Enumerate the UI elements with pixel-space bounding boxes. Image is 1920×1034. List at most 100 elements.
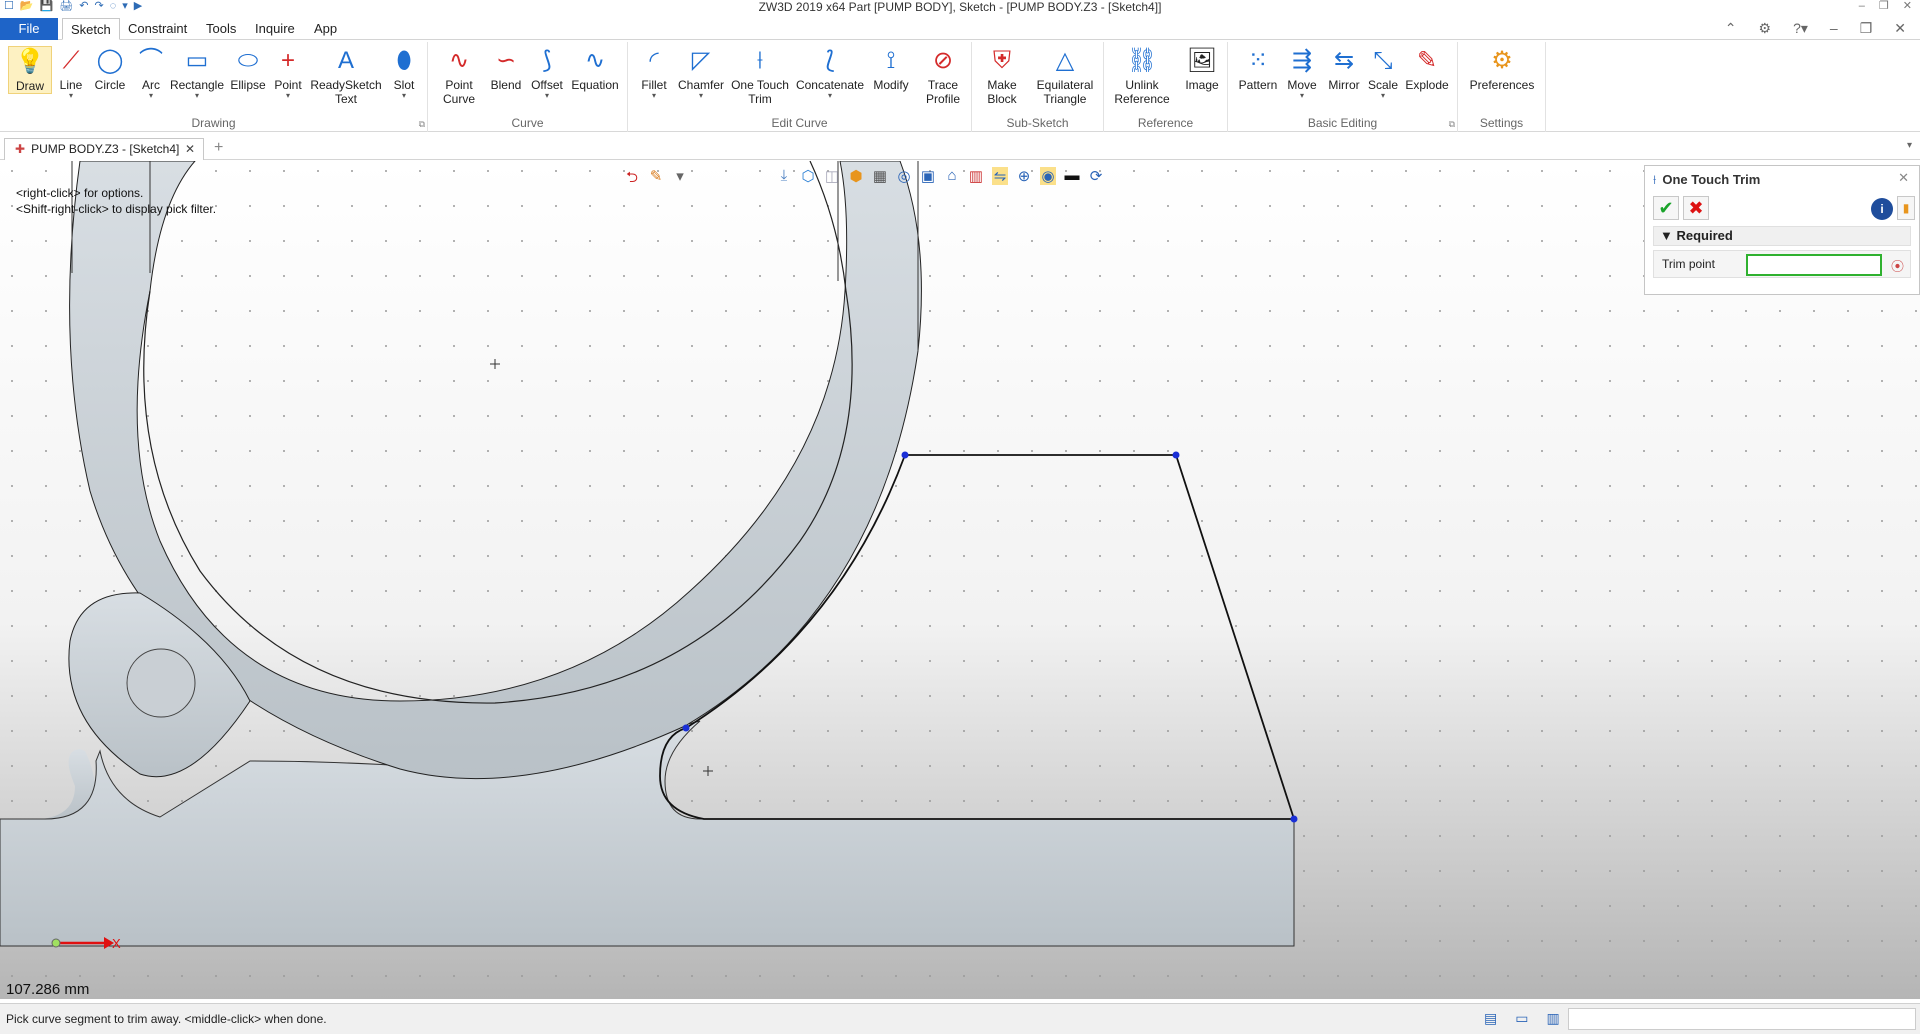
image-button[interactable]: 🖼 Image — [1180, 46, 1224, 92]
vertex-point[interactable] — [682, 724, 690, 732]
rotate-view-icon[interactable]: ⟳ — [1088, 167, 1104, 185]
mirror-button[interactable]: ⇆ Mirror — [1324, 46, 1364, 92]
drawing-launcher-icon[interactable]: ⧉ — [419, 119, 425, 130]
sketch-geometry: X — [0, 161, 1920, 999]
status-list-icon[interactable]: ▥ — [1546, 1010, 1559, 1027]
status-screen-icon[interactable]: ▭ — [1515, 1010, 1528, 1027]
view-cube-icon[interactable]: ⬡ — [800, 167, 816, 185]
filter-icon[interactable]: ▾ — [672, 167, 688, 192]
line-style-icon[interactable]: ▬ — [1064, 167, 1080, 185]
color-icon[interactable]: ▥ — [968, 167, 984, 185]
draw-button[interactable]: 💡 Draw — [8, 46, 52, 94]
exit-icon[interactable]: ⮌ — [624, 167, 640, 192]
zoom-window-icon[interactable]: ▣ — [920, 167, 936, 185]
modify-button[interactable]: ⟟ Modify — [868, 46, 914, 92]
vertex-point[interactable] — [1172, 451, 1180, 459]
vertex-point[interactable] — [1290, 815, 1298, 823]
fillet-button[interactable]: ◜ Fillet ▾ — [634, 46, 674, 100]
doc-restore-icon[interactable]: ❐ — [1860, 20, 1873, 37]
measurement-readout: 107.286 mm — [6, 981, 90, 998]
circle-button[interactable]: ◯ Circle — [92, 46, 128, 92]
arc-button[interactable]: ⌒ Arc ▾ — [136, 46, 166, 100]
unlink-reference-button[interactable]: ⛓ Unlink Reference — [1108, 46, 1176, 106]
restore-icon[interactable]: ❐ — [1879, 0, 1889, 12]
info-icon[interactable]: i — [1871, 198, 1893, 220]
one-touch-trim-button[interactable]: ⟊ One Touch Trim — [728, 46, 792, 106]
offset-icon: ⟆ — [542, 47, 552, 74]
concatenate-button[interactable]: ⟅ Concatenate ▾ — [794, 46, 866, 100]
pick-point-icon[interactable]: ⦿ — [1891, 256, 1904, 275]
tab-inquire[interactable]: Inquire — [247, 18, 303, 40]
snap-target-icon[interactable]: ⊕ — [1016, 167, 1032, 185]
trim-point-input[interactable] — [1746, 254, 1882, 276]
equilateral-triangle-button[interactable]: △ Equilateral Triangle — [1030, 46, 1100, 106]
rectangle-button[interactable]: ▭ Rectangle ▾ — [168, 46, 226, 100]
readysketch-text-button[interactable]: A ReadySketch Text — [310, 46, 382, 106]
command-input-box[interactable] — [1568, 1008, 1916, 1030]
home-view-icon[interactable]: ⌂ — [944, 167, 960, 185]
close-icon[interactable]: ✕ — [1903, 0, 1912, 12]
pin-icon[interactable]: ✚ — [15, 142, 25, 156]
required-section[interactable]: ▼ Required — [1653, 226, 1911, 246]
chamfer-button[interactable]: ◸ Chamfer ▾ — [676, 46, 726, 100]
eraser-icon[interactable]: ✎ — [648, 167, 664, 192]
doc-close-icon[interactable]: ✕ — [1894, 20, 1906, 37]
ellipse-button[interactable]: ⬭ Ellipse — [228, 46, 268, 92]
help-icon[interactable]: ?▾ — [1793, 20, 1808, 37]
blend-button[interactable]: ∽ Blend — [488, 46, 524, 92]
target-point-icon[interactable]: ◉ — [1040, 167, 1056, 185]
arc-label: Arc — [142, 78, 160, 92]
ok-button[interactable]: ✔ — [1653, 196, 1679, 220]
document-tab[interactable]: ✚ PUMP BODY.Z3 - [Sketch4] ✕ — [4, 138, 204, 160]
move-button[interactable]: ⇶ Move ▾ — [1284, 46, 1320, 100]
cancel-button[interactable]: ✖ — [1683, 196, 1709, 220]
tab-tools[interactable]: Tools — [198, 18, 244, 40]
scale-button[interactable]: ⤡ Scale ▾ — [1366, 46, 1400, 100]
slot-button[interactable]: ⬮ Slot ▾ — [386, 46, 422, 100]
panel-options-icon[interactable]: ▮ — [1897, 196, 1915, 220]
trace-profile-button[interactable]: ⊘ Trace Profile — [918, 46, 968, 106]
point-button[interactable]: + Point ▾ — [270, 46, 306, 100]
render-mode-icon[interactable]: ⬢ — [848, 167, 864, 185]
fillet-icon: ◜ — [649, 47, 659, 74]
status-bar: Pick curve segment to trim away. <middle… — [0, 1003, 1920, 1034]
preferences-button[interactable]: ⚙ Preferences — [1464, 46, 1540, 92]
zw3d-app-window: ☐ 📂 💾 🖨 ↶ ↷ ◌ ▾ ▶ ZW3D 2019 x64 Part [PU… — [0, 0, 1920, 1034]
preferences-label: Preferences — [1469, 78, 1535, 92]
point-curve-button[interactable]: ∿ Point Curve — [438, 46, 480, 106]
bolt-hole[interactable] — [126, 648, 196, 718]
vertex-point[interactable] — [901, 451, 909, 459]
preferences-icon: ⚙ — [1491, 47, 1513, 74]
grid-toggle-icon[interactable]: ▦ — [872, 167, 888, 185]
pattern-button[interactable]: ⁙ Pattern — [1236, 46, 1280, 92]
line-button[interactable]: ⟋ Line ▾ — [56, 46, 86, 100]
tab-list-icon[interactable]: ▾ — [1907, 140, 1912, 151]
ribbon-group-reference: ⛓ Unlink Reference 🖼 Image Reference — [1104, 42, 1228, 132]
equation-button[interactable]: ∿ Equation — [568, 46, 622, 92]
document-tab-close-icon[interactable]: ✕ — [185, 139, 195, 159]
collapse-ribbon-icon[interactable]: ⌃ — [1725, 20, 1737, 37]
dynamic-dimension-icon[interactable]: ⇋ — [992, 167, 1008, 185]
zoom-all-icon[interactable]: ◎ — [896, 167, 912, 185]
panel-title-text: One Touch Trim — [1662, 172, 1761, 187]
tab-constraint[interactable]: Constraint — [120, 18, 195, 40]
doc-minimize-icon[interactable]: – — [1830, 20, 1838, 37]
file-menu[interactable]: File — [0, 18, 58, 40]
sketch-canvas[interactable]: X <right-click> for options. <Shift-righ… — [0, 161, 1920, 999]
status-view-icon[interactable]: ▤ — [1484, 1010, 1497, 1027]
minimize-icon[interactable]: – — [1859, 0, 1865, 12]
window-title: ZW3D 2019 x64 Part [PUMP BODY], Sketch -… — [758, 0, 1162, 14]
settings-gear-icon[interactable]: ⚙ — [1759, 20, 1772, 37]
tab-sketch[interactable]: Sketch — [62, 18, 120, 40]
basic-editing-launcher-icon[interactable]: ⧉ — [1449, 119, 1455, 130]
modify-icon: ⟟ — [886, 47, 896, 74]
explode-button[interactable]: ✎ Explode — [1404, 46, 1450, 92]
snap-icon[interactable]: ⤓ — [776, 167, 792, 185]
tab-app[interactable]: App — [306, 18, 345, 40]
make-block-button[interactable]: ⛨ Make Block — [980, 46, 1024, 106]
offset-button[interactable]: ⟆ Offset ▾ — [528, 46, 566, 100]
view-orient-icon[interactable]: ◫ — [824, 167, 840, 185]
new-tab-button[interactable]: + — [214, 138, 223, 158]
panel-close-icon[interactable]: ✕ — [1898, 170, 1909, 186]
trim-point-label: Trim point — [1662, 257, 1715, 271]
